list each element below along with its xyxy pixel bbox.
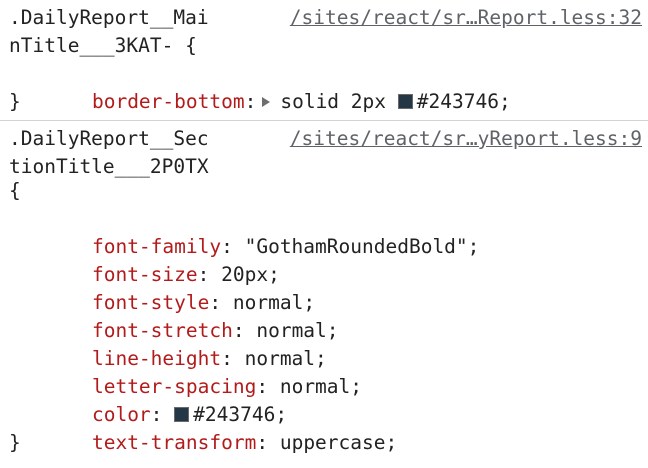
declaration-font-size[interactable]: font-size: 20px; bbox=[45, 233, 280, 286]
declaration-text-transform[interactable]: text-transform: uppercase; bbox=[45, 401, 397, 454]
css-rule-main-title: .DailyReport__Mai /sites/react/sr…Report… bbox=[0, 0, 648, 120]
declaration-font-family[interactable]: font-family: "GothamRoundedBold"; bbox=[45, 205, 479, 258]
declaration-font-style[interactable]: font-style: normal; bbox=[45, 261, 315, 314]
property-name[interactable]: border-bottom bbox=[92, 90, 245, 113]
color-swatch-icon[interactable] bbox=[397, 94, 413, 109]
close-brace: } bbox=[9, 431, 21, 454]
source-link[interactable]: /sites/react/sr…yReport.less:9 bbox=[290, 125, 642, 153]
selector-line-2[interactable]: tionTitle___2P0TX bbox=[9, 153, 209, 181]
semicolon: ; bbox=[350, 375, 363, 398]
declaration-letter-spacing[interactable]: letter-spacing: normal; bbox=[45, 345, 362, 398]
expand-triangle-icon[interactable] bbox=[262, 97, 271, 107]
semicolon: ; bbox=[498, 90, 511, 113]
selector-line-2[interactable]: nTitle___3KAT- { bbox=[9, 32, 197, 60]
property-value[interactable]: uppercase bbox=[268, 431, 386, 454]
close-brace: } bbox=[9, 90, 21, 113]
source-link[interactable]: /sites/react/sr…Report.less:32 bbox=[290, 4, 642, 32]
declaration-line-height[interactable]: line-height: normal; bbox=[45, 317, 327, 370]
colon: : bbox=[244, 90, 257, 113]
property-value[interactable]: #243746 bbox=[417, 90, 499, 113]
declaration-font-stretch[interactable]: font-stretch: normal; bbox=[45, 289, 339, 342]
declaration-border-bottom[interactable]: border-bottom: solid 2px #243746; bbox=[45, 60, 511, 113]
property-value-prefix[interactable]: solid 2px bbox=[280, 90, 397, 113]
selector-line-1[interactable]: .DailyReport__Mai bbox=[9, 4, 209, 32]
selector-line-1[interactable]: .DailyReport__Sec bbox=[9, 125, 209, 153]
semicolon: ; bbox=[385, 431, 398, 454]
css-rule-section-title: .DailyReport__Sec /sites/react/sr…yRepor… bbox=[0, 120, 648, 468]
property-name[interactable]: text-transform bbox=[92, 431, 256, 454]
colon: : bbox=[256, 431, 269, 454]
open-brace: { bbox=[9, 179, 21, 202]
semicolon: ; bbox=[467, 235, 480, 258]
declaration-color[interactable]: color: #243746; bbox=[45, 373, 287, 426]
semicolon: ; bbox=[326, 319, 339, 342]
